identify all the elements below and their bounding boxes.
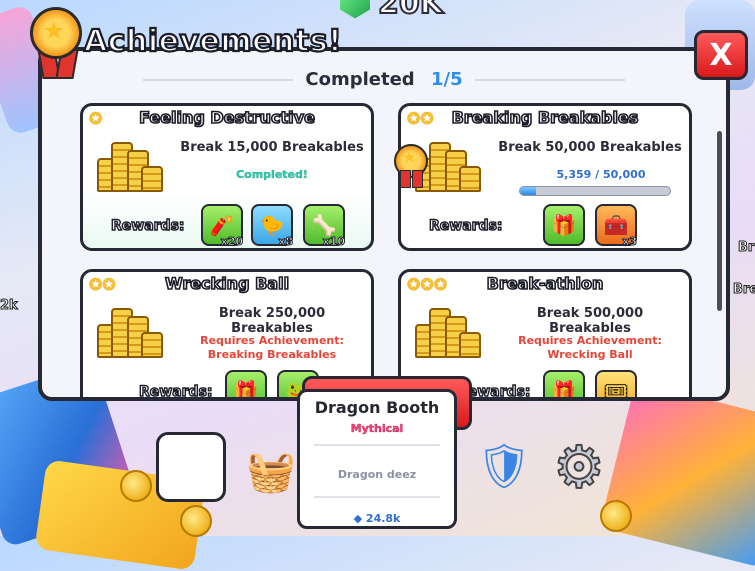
achievements-panel: Completed 1/5 ✪ Feeling Destructive Brea… — [38, 47, 730, 401]
basket-icon: 🧺 — [246, 448, 296, 495]
shield-button[interactable]: 🛡 — [470, 430, 538, 502]
coin-stack-icon — [97, 306, 163, 358]
item-tooltip: Dragon Booth Mythical Dragon deez ◆ 24.8… — [297, 389, 457, 529]
divider — [314, 444, 440, 446]
coin-stack-icon — [97, 140, 163, 192]
price-value: 24.8k — [365, 512, 401, 525]
achievement-task: Break 250,000 Breakables — [218, 306, 326, 336]
completed-count: 1/5 — [430, 69, 463, 90]
background-gift-box — [599, 381, 755, 569]
medal-icon: ★ — [30, 7, 82, 79]
side-label: Br — [737, 240, 755, 256]
bone-icon[interactable]: 🦴 x10 — [303, 204, 346, 249]
settings-button[interactable]: ⚙ — [544, 432, 614, 502]
tooltip-description: Dragon deez — [337, 468, 417, 481]
achievement-title: Breaking Breakables — [451, 107, 639, 128]
achievement-task: Break 50,000 Breakables — [498, 140, 682, 155]
requirement-name: Breaking Breakables — [207, 348, 337, 361]
requirement-name: Wrecking Ball — [547, 348, 633, 361]
reward-qty: x10 — [322, 235, 345, 249]
scrollbar[interactable] — [717, 131, 722, 311]
close-icon: X — [709, 37, 733, 73]
panel-header: ★ Achievements! — [30, 7, 343, 79]
progress-bar — [519, 186, 671, 196]
reward-qty: x20 — [220, 235, 243, 249]
progress-fill — [520, 187, 537, 195]
coin-icon — [600, 500, 632, 532]
duck-icon[interactable]: 🐤 x8 — [251, 204, 294, 249]
side-label: 2k — [0, 298, 18, 314]
achievement-task: Break 15,000 Breakables — [180, 140, 364, 155]
shield-icon: 🛡 — [476, 441, 532, 492]
achievement-card[interactable]: ✪ Feeling Destructive Break 15,000 Break… — [80, 103, 374, 251]
rewards-label: Rewards: — [110, 217, 185, 234]
coin-icon — [120, 470, 152, 502]
achievement-title: Feeling Destructive — [138, 107, 315, 128]
progress-text: 5,359 / 50,000 — [521, 168, 681, 181]
completed-medal-icon: ★ — [394, 144, 428, 188]
achievement-title: Wrecking Ball — [164, 273, 290, 294]
tooltip-title: Dragon Booth — [314, 398, 440, 417]
firework-icon[interactable]: 🧨 x20 — [201, 204, 244, 249]
gear-icon: ⚙ — [552, 432, 606, 502]
side-label: Bre — [732, 282, 755, 298]
gift-bag-icon[interactable]: 🎁 — [543, 370, 585, 397]
gift-bag-icon[interactable]: 🎁 — [543, 204, 585, 246]
gift-bag-icon[interactable]: 🎁 — [225, 370, 267, 397]
progress-total: 50,000 — [603, 168, 646, 181]
close-button[interactable]: X — [694, 30, 748, 80]
achievement-status: Completed! — [236, 168, 308, 181]
reward-qty: x3 — [622, 235, 638, 249]
coin-stack-icon — [415, 306, 481, 358]
gem-icon — [340, 0, 370, 19]
currency-display: 20K — [340, 0, 444, 22]
rewards-label: Rewards: — [428, 217, 503, 234]
reward-qty: x8 — [278, 235, 294, 249]
tooltip-rarity: Mythical — [350, 422, 404, 435]
progress-current: 5,359 — [556, 168, 592, 181]
page-title: Achievements! — [83, 22, 343, 59]
achievement-title: Break-athlon — [486, 273, 604, 294]
tooltip-price: ◆ 24.8k — [300, 512, 454, 525]
achievement-card[interactable]: ✪✪ Breaking Breakables Break 50,000 Brea… — [398, 103, 692, 251]
requirement-label: Requires Achievement: — [518, 334, 662, 347]
progress-separator: / — [595, 168, 600, 181]
diamond-icon: ◆ — [353, 512, 363, 525]
ticket-icon[interactable]: 🎟 — [595, 370, 637, 397]
achievement-task: Break 500,000 Breakables — [536, 306, 644, 336]
divider — [314, 496, 440, 498]
chest-icon[interactable]: 🧰 x3 — [595, 204, 638, 249]
coin-icon — [180, 505, 212, 537]
shop-basket-button[interactable]: 🧺 — [236, 438, 306, 504]
requirement-label: Requires Achievement: — [200, 334, 344, 347]
rewards-label: Rewards: — [138, 383, 213, 400]
apps-button[interactable] — [156, 432, 226, 502]
currency-value: 20K — [377, 0, 444, 22]
